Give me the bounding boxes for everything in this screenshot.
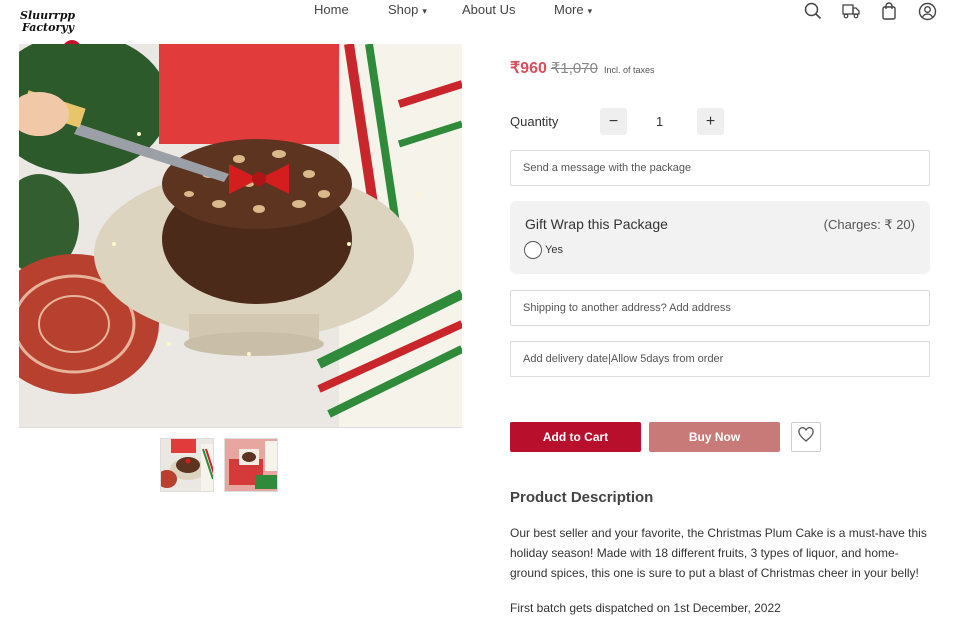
minus-icon: − [608, 112, 619, 130]
heart-icon [798, 427, 814, 447]
nav-home[interactable]: Home [314, 2, 349, 17]
gift-wrap-charges: (Charges: ₹ 20) [823, 217, 915, 232]
nav-more-label: More [554, 2, 584, 17]
logo-line-2: Factoryy [22, 21, 75, 34]
track-order-icon[interactable] [840, 0, 862, 22]
chevron-down-icon: ▾ [422, 6, 427, 16]
dispatch-note: First batch gets dispatched on 1st Decem… [510, 601, 781, 615]
gift-message-input[interactable] [510, 150, 930, 186]
chevron-down-icon: ▾ [587, 6, 593, 16]
quantity-value[interactable]: 1 [656, 114, 663, 129]
wishlist-button[interactable] [791, 422, 821, 452]
product-description-title: Product Description [510, 489, 654, 506]
quantity-label: Quantity [510, 114, 559, 129]
nav-shop[interactable]: Shop ▾ [388, 2, 427, 17]
bag-icon[interactable] [878, 0, 900, 22]
nav-more[interactable]: More ▾ [554, 2, 592, 17]
product-thumbnail-1[interactable] [160, 438, 214, 492]
buy-now-button[interactable]: Buy Now [649, 422, 780, 452]
product-main-image [19, 44, 462, 428]
search-icon[interactable] [802, 0, 824, 22]
header-icons [802, 0, 938, 22]
nav-shop-label: Shop [388, 2, 419, 17]
tax-note: Incl. of taxes [603, 65, 655, 75]
shipping-address-input[interactable] [510, 290, 930, 326]
price-row: ₹960 ₹1,070 Incl. of taxes [510, 58, 655, 78]
quantity-increase-button[interactable]: + [697, 108, 724, 135]
plus-icon: + [705, 112, 716, 130]
quantity-decrease-button[interactable]: − [600, 108, 627, 135]
product-thumbnail-2[interactable] [224, 438, 278, 492]
gift-wrap-yes-label[interactable]: Yes [545, 244, 563, 256]
current-price: ₹960 [510, 60, 547, 77]
delivery-date-input[interactable] [510, 341, 930, 377]
gift-wrap-panel: Gift Wrap this Package (Charges: ₹ 20) Y… [510, 201, 930, 274]
original-price: ₹1,070 [550, 60, 598, 77]
product-description-body: Our best seller and your favorite, the C… [510, 526, 927, 580]
account-icon[interactable] [916, 0, 938, 22]
gift-wrap-yes-radio[interactable] [524, 241, 542, 259]
gift-wrap-title: Gift Wrap this Package [525, 216, 668, 232]
nav-about[interactable]: About Us [462, 2, 515, 17]
add-to-cart-button[interactable]: Add to Cart [510, 422, 641, 452]
